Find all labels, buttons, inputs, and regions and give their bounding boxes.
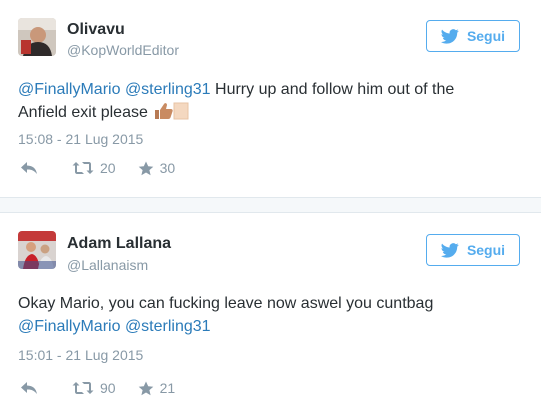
retweet-icon [72,162,94,174]
retweet-count: 90 [100,380,116,396]
mention-link[interactable]: @FinallyMario [18,318,120,335]
tweet-text: @FinallyMario @sterling31 Hurry up and f… [18,78,511,127]
tweet-timestamp[interactable]: 15:08 - 21 Lug 2015 [18,131,143,147]
user-handle[interactable]: @KopWorldEditor [67,42,179,58]
favorite-count: 21 [159,380,176,396]
reply-icon [21,162,37,174]
follow-label: Segui [466,28,506,44]
mention-link[interactable]: @sterling31 [125,318,211,335]
mention-link[interactable]: @sterling31 [125,81,211,98]
favorite-count: 30 [159,160,176,176]
tweet-text-segment: Okay Mario, you can fucking leave now as… [18,295,434,312]
retweet-button[interactable]: 20 [72,160,116,176]
avatar[interactable] [18,231,56,269]
retweet-icon [72,382,94,394]
retweet-button[interactable]: 90 [72,380,116,396]
tweet-actions: 90 21 [20,380,175,396]
follow-label: Segui [466,242,506,258]
reply-button[interactable] [20,381,38,395]
display-name[interactable]: Olivavu [67,21,125,39]
follow-button[interactable]: Segui [426,234,520,266]
follow-button[interactable]: Segui [426,20,520,52]
tweet-timestamp[interactable]: 15:01 - 21 Lug 2015 [18,347,143,363]
reply-icon [21,382,37,394]
bird-icon [440,242,459,258]
avatar[interactable] [18,18,56,56]
star-icon [138,161,153,175]
favorite-button[interactable]: 30 [138,160,176,176]
favorite-button[interactable]: 21 [138,380,176,396]
thumbs-up-emoji-icon [154,102,190,127]
user-handle[interactable]: @Lallanaism [67,257,148,273]
tweet-separator [0,197,541,213]
tweet-card: Olivavu @KopWorldEditor Segui @FinallyMa… [0,0,541,197]
retweet-count: 20 [100,160,116,176]
tweet-actions: 20 30 [20,160,175,176]
star-icon [138,381,153,395]
tweet-card: Adam Lallana @Lallanaism Segui Okay Mari… [0,213,541,413]
tweet-text-segment: Anfield exit please [18,104,153,121]
bird-icon [440,28,459,44]
display-name[interactable]: Adam Lallana [67,235,171,253]
tweet-text: Okay Mario, you can fucking leave now as… [18,292,511,338]
mention-link[interactable]: @FinallyMario [18,81,120,98]
tweet-text-segment: Hurry up and follow him out of the [210,81,455,98]
reply-button[interactable] [20,161,38,175]
